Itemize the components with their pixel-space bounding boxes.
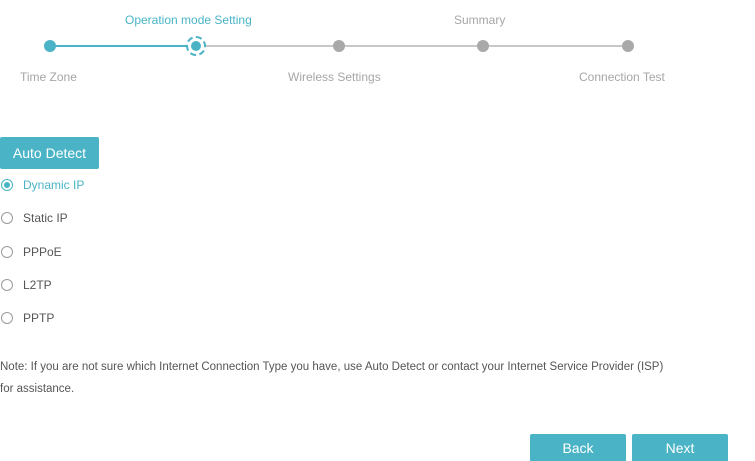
radio-static-ip-label: Static IP	[23, 211, 68, 225]
step-label-time-zone: Time Zone	[20, 70, 77, 84]
step-node-summary	[477, 40, 489, 52]
stepper-track-completed	[50, 45, 196, 47]
auto-detect-button[interactable]: Auto Detect	[0, 137, 99, 169]
back-button[interactable]: Back	[530, 434, 626, 461]
step-label-wireless-settings: Wireless Settings	[288, 70, 381, 84]
radio-pppoe[interactable]: PPPoE	[0, 245, 62, 259]
radio-pptp[interactable]: PPTP	[0, 311, 54, 325]
radio-dynamic-ip-indicator[interactable]	[1, 179, 13, 191]
radio-pppoe-indicator[interactable]	[1, 246, 13, 258]
radio-dynamic-ip-label: Dynamic IP	[23, 178, 85, 192]
radio-pppoe-label: PPPoE	[23, 245, 62, 259]
radio-static-ip-indicator[interactable]	[1, 212, 13, 224]
step-node-operation-mode	[186, 36, 206, 56]
radio-l2tp-label: L2TP	[23, 278, 52, 292]
note-line-1: Note: If you are not sure which Internet…	[0, 361, 664, 373]
stepper-track-remaining	[196, 45, 628, 47]
radio-l2tp[interactable]: L2TP	[0, 278, 52, 292]
radio-pptp-label: PPTP	[23, 311, 55, 325]
note-line-2: for assistance.	[0, 383, 75, 395]
step-node-connection-test	[622, 40, 634, 52]
radio-l2tp-indicator[interactable]	[1, 279, 13, 291]
step-label-summary: Summary	[454, 13, 506, 27]
radio-pptp-indicator[interactable]	[1, 312, 13, 324]
step-node-wireless-settings	[333, 40, 345, 52]
step-node-time-zone	[44, 40, 56, 52]
next-button[interactable]: Next	[632, 434, 728, 461]
step-label-operation-mode: Operation mode Setting	[125, 13, 252, 27]
radio-dynamic-ip[interactable]: Dynamic IP	[0, 178, 84, 192]
connection-type-note: Note: If you are not sure which Internet…	[0, 356, 755, 400]
step-label-connection-test: Connection Test	[579, 70, 665, 84]
radio-static-ip[interactable]: Static IP	[0, 211, 68, 225]
